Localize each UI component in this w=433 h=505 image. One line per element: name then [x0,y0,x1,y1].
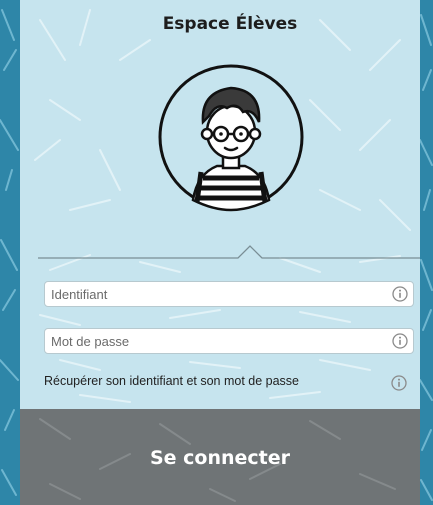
recover-credentials-link[interactable]: Récupérer son identifiant et son mot de … [44,374,299,388]
student-avatar-icon [158,64,304,212]
password-input[interactable] [45,329,386,353]
password-field[interactable] [44,328,414,354]
connect-button-label: Se connecter [149,447,291,469]
identifiant-field[interactable] [44,281,414,307]
divider [38,245,420,259]
login-panel: Espace Élèves Identifiant Récupérer son … [20,0,420,505]
recover-credentials: Récupérer son identifiant et son mot de … [44,374,420,392]
connect-button[interactable]: Se connecter [20,409,420,505]
identifiant-input[interactable] [45,282,386,306]
info-icon[interactable] [392,286,408,302]
page-title: Espace Élèves [162,14,298,34]
info-icon[interactable] [392,333,408,349]
info-icon[interactable] [391,375,407,391]
